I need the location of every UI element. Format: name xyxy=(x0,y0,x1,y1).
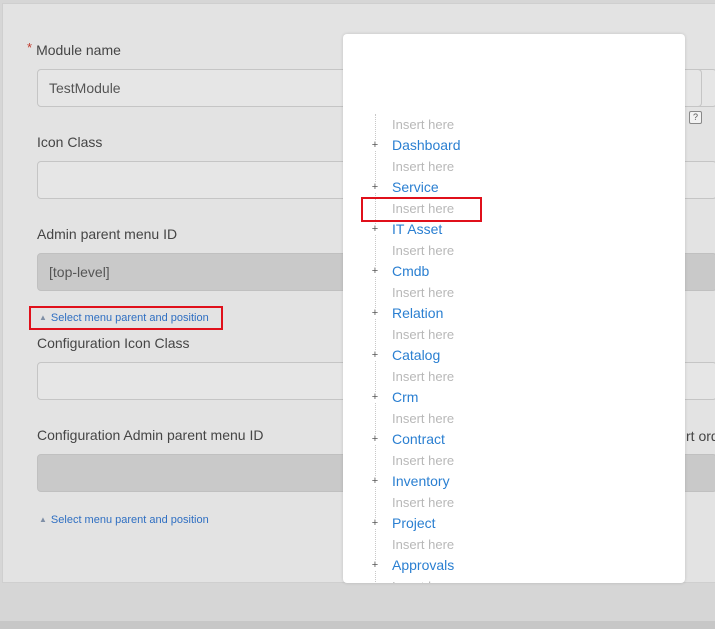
expand-plus-icon[interactable]: + xyxy=(370,224,380,235)
config-admin-parent-label: Configuration Admin parent menu ID xyxy=(37,427,264,443)
expand-plus-icon[interactable]: + xyxy=(370,266,380,277)
select-menu-parent-link[interactable]: ▲ Select menu parent and position xyxy=(39,312,209,324)
tree-node-relation[interactable]: + Relation xyxy=(343,303,685,324)
tree-node-label[interactable]: Service xyxy=(392,177,439,198)
expand-plus-icon[interactable]: + xyxy=(370,140,380,151)
tree-node-label[interactable]: Dashboard xyxy=(392,135,461,156)
insert-here-slot[interactable]: Insert here xyxy=(343,282,685,303)
tree-node-dashboard[interactable]: + Dashboard xyxy=(343,135,685,156)
insert-here-label: Insert here xyxy=(392,453,455,468)
tree-node-approvals[interactable]: + Approvals xyxy=(343,555,685,576)
insert-here-label: Insert here xyxy=(392,117,455,132)
expand-plus-icon[interactable]: + xyxy=(370,308,380,319)
insert-here-label: Insert here xyxy=(392,576,454,583)
tree-node-label[interactable]: Inventory xyxy=(392,471,450,492)
icon-class-label: Icon Class xyxy=(37,134,103,150)
insert-here-slot[interactable]: Insert here xyxy=(343,366,685,387)
tree-node-cmdb[interactable]: + Cmdb xyxy=(343,261,685,282)
insert-here-slot[interactable]: Insert here xyxy=(343,450,685,471)
tree-node-inventory[interactable]: + Inventory xyxy=(343,471,685,492)
tree-node-label[interactable]: Contract xyxy=(392,429,445,450)
insert-here-label: Insert here xyxy=(392,285,455,300)
module-name-label: * Module name xyxy=(27,40,121,58)
select-menu-parent-link-2[interactable]: ▲ Select menu parent and position xyxy=(39,514,209,526)
tree-node-label[interactable]: IT Asset xyxy=(392,219,442,240)
tree-node-label[interactable]: Approvals xyxy=(392,555,454,576)
tree-node-label[interactable]: Crm xyxy=(392,387,418,408)
tree-node-label[interactable]: Relation xyxy=(392,303,443,324)
expand-plus-icon[interactable]: + xyxy=(370,182,380,193)
tree-node-service[interactable]: + Service xyxy=(343,177,685,198)
insert-here-label: Insert here xyxy=(392,159,455,174)
insert-here-label: Insert here xyxy=(392,369,455,384)
admin-parent-menu-label: Admin parent menu ID xyxy=(37,226,178,242)
tree-node-catalog[interactable]: + Catalog xyxy=(343,345,685,366)
required-mark: * xyxy=(27,40,33,55)
insert-here-label: Insert here xyxy=(392,327,455,342)
menu-tree: Insert here + Dashboard Insert here + Service… xyxy=(343,114,685,583)
insert-here-slot[interactable]: Insert here xyxy=(343,534,685,555)
insert-here-label: Insert here xyxy=(392,243,455,258)
insert-here-slot[interactable]: Insert here xyxy=(343,492,685,513)
insert-here-slot[interactable]: Insert here xyxy=(343,156,685,177)
insert-here-slot[interactable]: Insert here xyxy=(343,114,685,135)
insert-here-label: Insert here xyxy=(392,201,455,216)
expand-plus-icon[interactable]: + xyxy=(370,392,380,403)
insert-here-slot[interactable]: Insert here xyxy=(343,408,685,429)
sort-order-label: rt ord xyxy=(686,428,715,444)
bottom-strip xyxy=(0,621,715,629)
insert-here-slot[interactable]: Insert here xyxy=(343,576,685,583)
expand-plus-icon[interactable]: + xyxy=(370,476,380,487)
tree-node-contract[interactable]: + Contract xyxy=(343,429,685,450)
tree-node-label[interactable]: Cmdb xyxy=(392,261,429,282)
insert-here-slot[interactable]: Insert here xyxy=(343,198,685,219)
triangle-up-icon: ▲ xyxy=(39,313,47,322)
menu-position-popup: Insert here + Dashboard Insert here + Service… xyxy=(343,34,685,583)
tree-node-crm[interactable]: + Crm xyxy=(343,387,685,408)
insert-here-label: Insert here xyxy=(392,537,455,552)
expand-plus-icon[interactable]: + xyxy=(370,560,380,571)
tree-node-it-asset[interactable]: + IT Asset xyxy=(343,219,685,240)
tree-node-label[interactable]: Project xyxy=(392,513,436,534)
tree-node-label[interactable]: Catalog xyxy=(392,345,440,366)
insert-here-slot[interactable]: Insert here xyxy=(343,240,685,261)
config-icon-class-label: Configuration Icon Class xyxy=(37,335,190,351)
insert-here-slot[interactable]: Insert here xyxy=(343,324,685,345)
tree-node-project[interactable]: + Project xyxy=(343,513,685,534)
expand-plus-icon[interactable]: + xyxy=(370,434,380,445)
insert-here-label: Insert here xyxy=(392,495,455,510)
insert-here-label: Insert here xyxy=(392,411,455,426)
expand-plus-icon[interactable]: + xyxy=(370,518,380,529)
triangle-up-icon: ▲ xyxy=(39,515,47,524)
help-icon[interactable]: ? xyxy=(689,111,702,124)
expand-plus-icon[interactable]: + xyxy=(370,350,380,361)
